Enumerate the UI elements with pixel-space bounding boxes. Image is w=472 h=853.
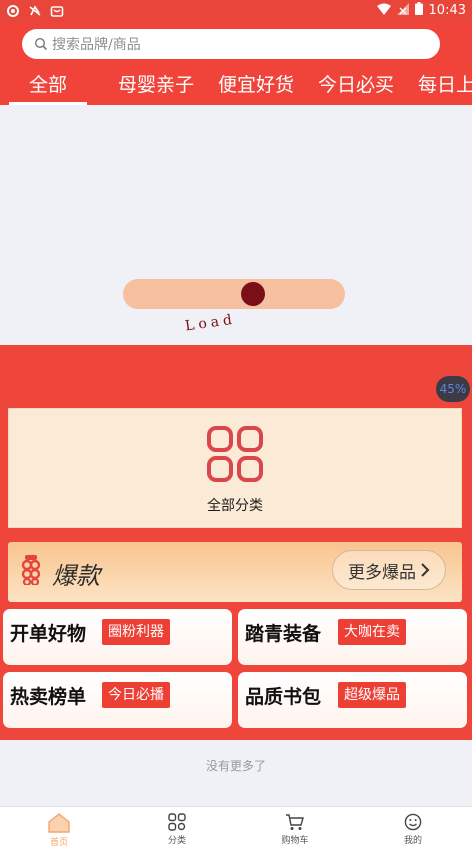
tile-outing-gear[interactable]: 踏青装备 大咖在卖 [238,609,467,665]
status-icons-right: 10:43 [376,2,466,19]
nav-home[interactable]: 首页 [0,807,118,853]
tile-title: 热卖榜单 [10,686,87,708]
nav-profile-label: 我的 [403,836,422,846]
loading-dot [241,282,265,306]
firecracker-icon [21,555,41,585]
category-icon [168,813,186,831]
search-icon [34,37,48,51]
shop-notification-icon [50,3,64,17]
tile-tag: 大咖在卖 [338,619,406,645]
hot-items-title: 爆款 [52,562,100,590]
category-tabs: 全部 母婴亲子 便宜好货 今日必买 每日上新 [0,72,472,105]
app-notification-icon [6,3,20,17]
all-categories-card[interactable]: 全部分类 [8,408,462,528]
more-hot-items-label: 更多爆品 [348,562,416,583]
home-icon [48,813,70,833]
status-bar: 10:43 [0,0,472,22]
tab-all[interactable]: 全部 [5,72,91,105]
nav-cart-label: 购物车 [281,836,309,846]
loading-area: Load [0,105,472,345]
tab-mother-baby[interactable]: 母婴亲子 [106,72,206,105]
promo-section: 45% 全部分类 爆款 更多爆品 开单好物 圈粉利器 踏青装备 大咖在卖 热卖榜… [0,345,472,740]
all-categories-label: 全部分类 [207,498,263,514]
tab-cheap-goods[interactable]: 便宜好货 [206,72,306,105]
tile-title: 踏青装备 [245,623,322,645]
tile-opening-goods[interactable]: 开单好物 圈粉利器 [3,609,232,665]
nav-categories-label: 分类 [167,836,186,846]
tile-quality-schoolbag[interactable]: 品质书包 超级爆品 [238,672,467,728]
smile-icon [404,813,422,831]
bottom-nav: 首页 分类 购物车 我的 [0,806,472,853]
battery-icon [414,2,423,19]
loading-bar [123,279,345,309]
tile-tag: 超级爆品 [338,682,406,708]
tab-daily-new[interactable]: 每日上新 [406,72,472,105]
hot-items-bar: 爆款 更多爆品 [8,542,462,602]
cart-icon [286,814,304,830]
end-of-list-text: 没有更多了 [205,759,266,773]
more-hot-items-button[interactable]: 更多爆品 [332,550,446,590]
search-input[interactable]: 搜索品牌/商品 [22,29,440,59]
tile-title: 开单好物 [10,623,87,645]
nav-cart[interactable]: 购物车 [236,807,354,853]
tile-bestseller-list[interactable]: 热卖榜单 今日必播 [3,672,232,728]
tile-tag: 圈粉利器 [102,619,170,645]
status-icons-left [6,3,64,17]
loading-text: Load [184,311,237,335]
tile-tag: 今日必播 [102,682,170,708]
category-grid-icon [207,426,263,482]
status-time: 10:43 [428,3,466,18]
tab-must-buy-today[interactable]: 今日必买 [306,72,406,105]
progress-badge: 45% [436,376,470,402]
chevron-right-icon [421,563,430,577]
nav-categories[interactable]: 分类 [118,807,236,853]
tile-title: 品质书包 [245,686,322,708]
header: 搜索品牌/商品 全部 母婴亲子 便宜好货 今日必买 每日上新 [0,22,472,105]
nav-profile[interactable]: 我的 [354,807,472,853]
search-placeholder: 搜索品牌/商品 [52,37,141,53]
nav-home-label: 首页 [49,838,68,848]
signal-off-icon [396,2,409,19]
muted-notification-icon [28,3,42,17]
wifi-icon [376,3,391,19]
